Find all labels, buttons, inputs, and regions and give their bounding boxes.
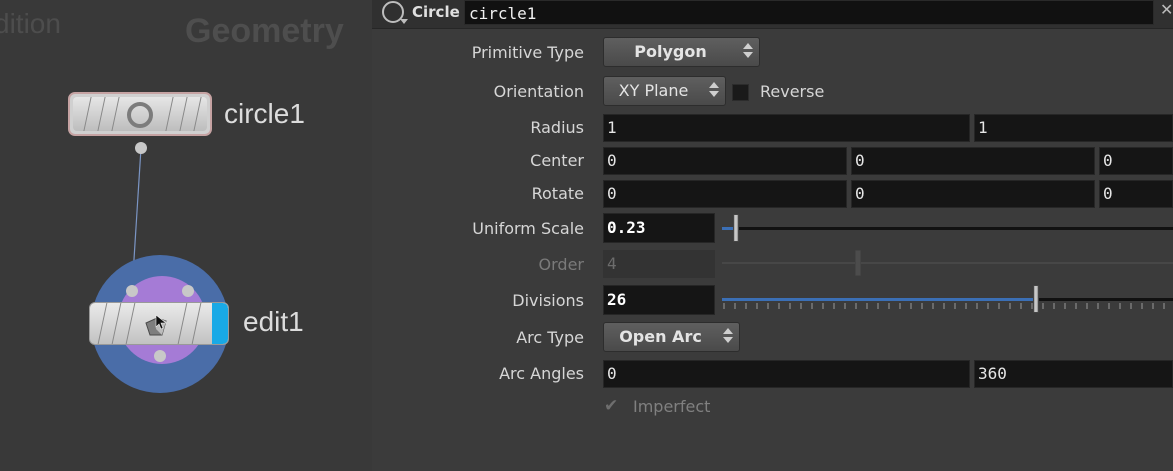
edit1-input-port-2[interactable] <box>182 285 194 297</box>
display-flag[interactable] <box>212 303 228 344</box>
edit1-input-port-1[interactable] <box>126 285 138 297</box>
arc-angles-label: Arc Angles <box>499 364 584 383</box>
node-connection-wire <box>131 147 142 292</box>
parameter-editor: Circle circle1 ✕ Primitive Type Polygon … <box>372 0 1173 471</box>
orientation-menu[interactable]: XY Plane <box>603 76 726 106</box>
center-x-field[interactable]: 0 <box>603 147 847 175</box>
reverse-checkbox[interactable] <box>732 84 749 101</box>
parameter-header: Circle circle1 ✕ <box>372 0 1173 29</box>
divisions-label: Divisions <box>512 291 584 310</box>
arc-angle-start-field[interactable]: 0 <box>603 360 970 388</box>
arc-type-value: Open Arc <box>619 327 702 346</box>
radius-y-field[interactable]: 1 <box>974 114 1173 142</box>
order-slider-track <box>722 262 1173 264</box>
imperfect-check-icon: ✔ <box>604 396 619 416</box>
uniform-scale-slider-track[interactable] <box>722 227 1173 230</box>
order-field: 4 <box>603 250 715 278</box>
node-circle1[interactable] <box>68 92 212 136</box>
edit1-output-port[interactable] <box>154 350 166 362</box>
arc-angle-end-field[interactable]: 360 <box>974 360 1173 388</box>
center-y-field[interactable]: 0 <box>851 147 1095 175</box>
center-label: Center <box>530 151 584 170</box>
updown-arrows-icon <box>723 328 733 343</box>
node-label-edit1: edit1 <box>243 306 304 337</box>
uniform-scale-slider-handle[interactable] <box>733 214 739 242</box>
reverse-label: Reverse <box>760 82 825 101</box>
radius-label: Radius <box>530 118 584 137</box>
node-label-circle1: circle1 <box>224 98 305 129</box>
divisions-slider-ticks <box>723 303 1165 309</box>
order-slider-handle <box>855 250 861 276</box>
rotate-label: Rotate <box>531 184 584 203</box>
primitive-type-menu[interactable]: Polygon <box>603 37 760 67</box>
circle-node-icon <box>127 102 153 128</box>
uniform-scale-label: Uniform Scale <box>472 219 584 238</box>
radius-x-field[interactable]: 1 <box>603 114 970 142</box>
rotate-y-field[interactable]: 0 <box>851 180 1095 208</box>
updown-arrows-icon <box>743 43 753 58</box>
chevron-down-icon[interactable] <box>400 19 408 24</box>
network-editor[interactable]: dition Geometry circle1 edit1 <box>0 0 372 471</box>
close-icon[interactable]: ✕ <box>1160 0 1173 19</box>
divisions-slider-fill <box>722 298 1034 301</box>
node-edit1[interactable] <box>89 302 229 345</box>
center-z-field[interactable]: 0 <box>1099 147 1173 175</box>
edit-node-icon <box>145 314 167 336</box>
rotate-z-field[interactable]: 0 <box>1099 180 1173 208</box>
updown-arrows-icon <box>709 82 719 97</box>
arc-type-label: Arc Type <box>516 328 584 347</box>
node-name-field[interactable]: circle1 <box>464 0 1154 25</box>
divisions-field[interactable]: 26 <box>603 285 715 315</box>
orientation-label: Orientation <box>493 82 584 101</box>
arc-type-menu[interactable]: Open Arc <box>603 322 740 352</box>
divisions-slider-handle[interactable] <box>1033 285 1039 313</box>
circle1-output-port[interactable] <box>135 142 147 154</box>
orientation-value: XY Plane <box>618 81 689 100</box>
order-label: Order <box>538 255 584 274</box>
primitive-type-value: Polygon <box>634 42 707 61</box>
node-type-label: Circle <box>412 3 460 21</box>
rotate-x-field[interactable]: 0 <box>603 180 847 208</box>
imperfect-label: Imperfect <box>633 397 711 416</box>
uniform-scale-field[interactable]: 0.23 <box>603 213 715 243</box>
primitive-type-label: Primitive Type <box>471 43 584 62</box>
